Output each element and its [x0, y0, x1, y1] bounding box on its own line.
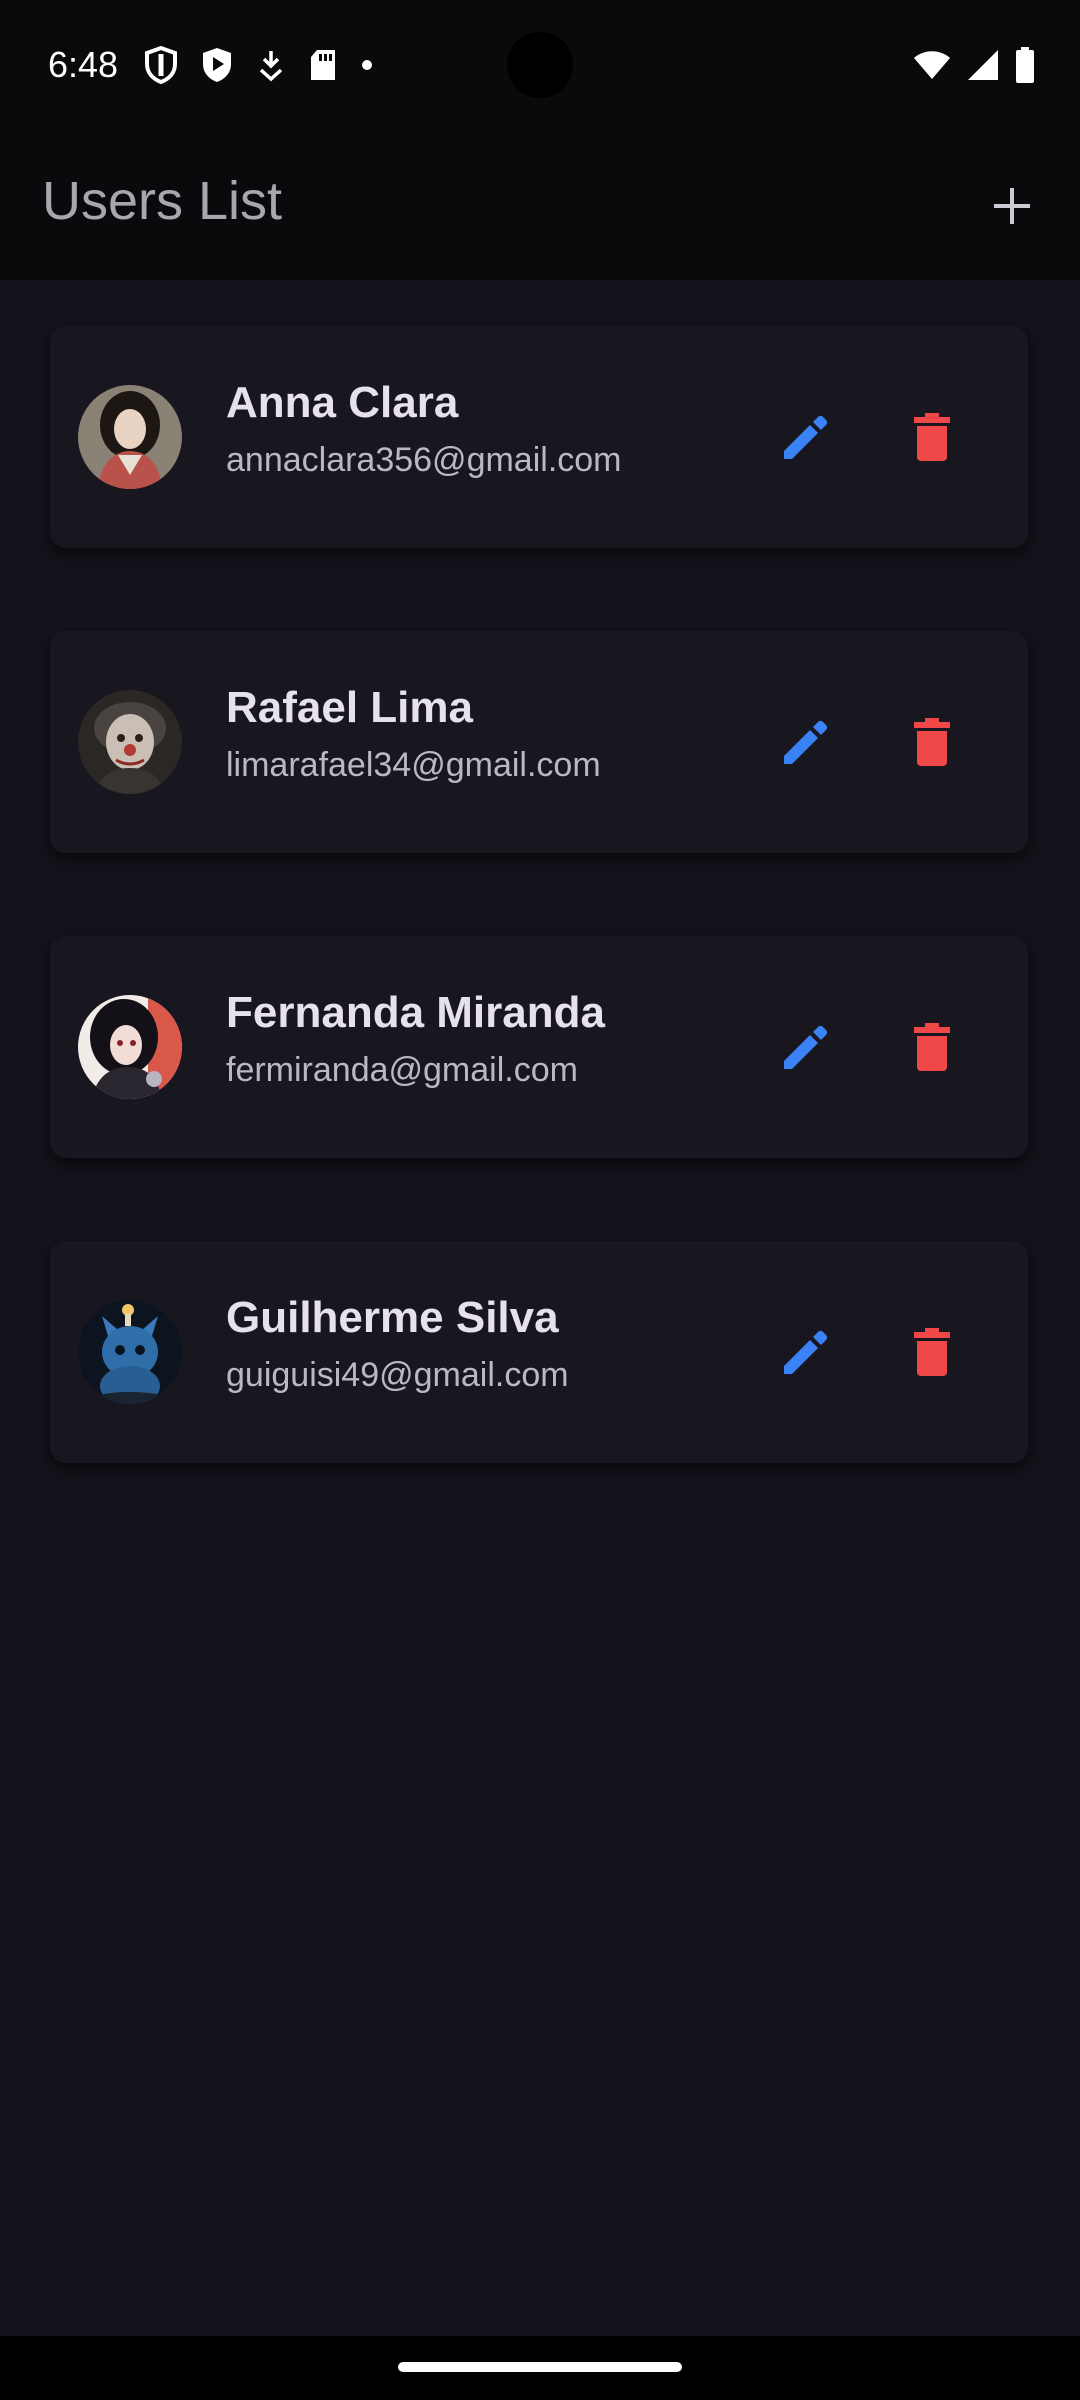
add-user-button[interactable] — [970, 164, 1054, 248]
avatar — [78, 1300, 182, 1404]
user-email: limarafael34@gmail.com — [226, 746, 601, 784]
edit-button[interactable] — [766, 1007, 846, 1087]
user-email: annaclara356@gmail.com — [226, 441, 622, 479]
pencil-icon — [784, 720, 828, 764]
edit-button[interactable] — [766, 702, 846, 782]
plus-icon — [994, 188, 1030, 224]
delete-button[interactable] — [892, 1312, 972, 1392]
trash-icon — [914, 1023, 950, 1071]
status-time: 6:48 — [48, 44, 119, 85]
delete-button[interactable] — [892, 397, 972, 477]
delete-button[interactable] — [892, 702, 972, 782]
system-icons — [912, 46, 1036, 89]
pencil-icon — [784, 1330, 828, 1374]
signal-icon — [966, 48, 1000, 87]
dot-icon — [360, 58, 374, 72]
trash-icon — [914, 718, 950, 766]
download-icon — [256, 48, 286, 82]
avatar — [78, 690, 182, 794]
list-item[interactable]: Rafael Lima limarafael34@gmail.com — [50, 631, 1028, 853]
home-indicator[interactable] — [398, 2362, 682, 2372]
camera-cutout — [507, 32, 573, 98]
battery-icon — [1014, 46, 1036, 89]
pencil-icon — [784, 415, 828, 459]
navigation-bar — [0, 2336, 1080, 2400]
user-email: fermiranda@gmail.com — [226, 1051, 578, 1089]
delete-button[interactable] — [892, 1007, 972, 1087]
wifi-icon — [912, 49, 952, 86]
user-email: guiguisi49@gmail.com — [226, 1356, 569, 1394]
edit-button[interactable] — [766, 1312, 846, 1392]
status-bar: 6:48 — [0, 0, 1080, 132]
user-name: Guilherme Silva — [226, 1293, 559, 1342]
avatar — [78, 995, 182, 1099]
shield-icon — [144, 46, 178, 84]
list-item[interactable]: Anna Clara annaclara356@gmail.com — [50, 326, 1028, 548]
list-item[interactable]: Guilherme Silva guiguisi49@gmail.com — [50, 1241, 1028, 1463]
user-name: Anna Clara — [226, 378, 459, 427]
app-bar: Users List — [0, 132, 1080, 280]
user-name: Fernanda Miranda — [226, 988, 605, 1037]
list-item[interactable]: Fernanda Miranda fermiranda@gmail.com — [50, 936, 1028, 1158]
trash-icon — [914, 1328, 950, 1376]
trash-icon — [914, 413, 950, 461]
pencil-icon — [784, 1025, 828, 1069]
edit-button[interactable] — [766, 397, 846, 477]
user-name: Rafael Lima — [226, 683, 473, 732]
screen: 6:48 Users List Anna Clara annaclara356@… — [0, 0, 1080, 2400]
notification-icons — [144, 46, 374, 84]
avatar — [78, 385, 182, 489]
play-store-icon — [200, 46, 234, 84]
sd-card-icon — [308, 48, 338, 82]
page-title: Users List — [42, 171, 283, 231]
